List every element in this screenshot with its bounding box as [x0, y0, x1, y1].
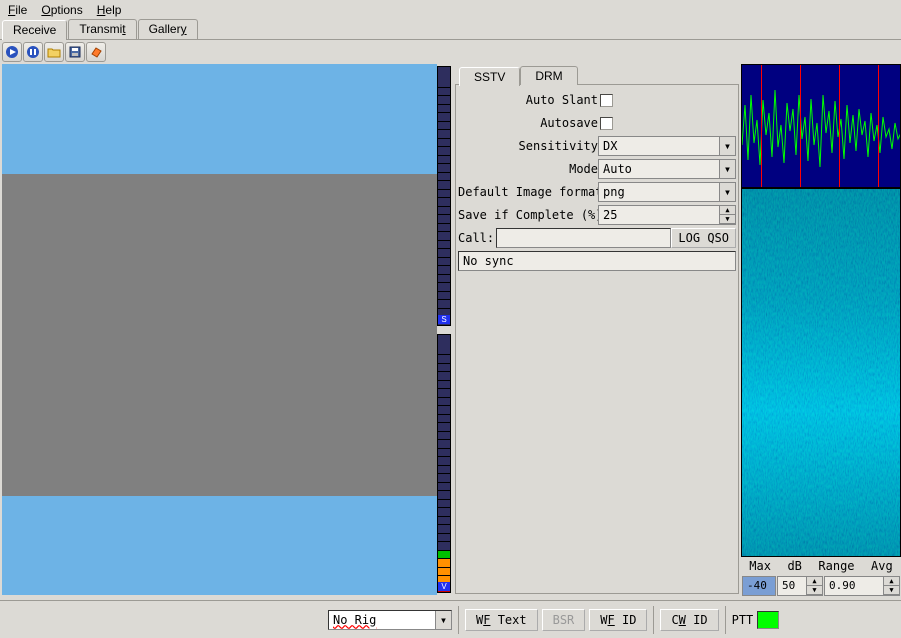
spinner-arrows-icon[interactable]: ▲▼: [883, 577, 899, 595]
tab-transmit[interactable]: Transmit: [68, 19, 136, 39]
vu-column: S V: [437, 64, 453, 595]
spectrum-marker: [800, 65, 801, 187]
wf-text-button[interactable]: WF Text: [465, 609, 538, 631]
sensitivity-label: Sensitivity: [458, 139, 598, 153]
wf-db-label: dB: [787, 559, 801, 573]
rig-select[interactable]: No Rig ▾: [328, 610, 452, 630]
image-bottom-band: [2, 496, 437, 595]
spinner-arrows-icon[interactable]: ▲▼: [719, 206, 735, 224]
ptt-indicator[interactable]: [757, 611, 779, 629]
tab-content: S V SSTV DRM: [0, 39, 901, 597]
call-input[interactable]: [496, 228, 671, 248]
default-image-format-value: png: [599, 185, 719, 199]
save-complete-label: Save if Complete (%): [458, 208, 598, 222]
separator: [458, 606, 459, 634]
autosave-checkbox[interactable]: [600, 117, 613, 130]
save-button[interactable]: [65, 42, 85, 62]
tab-gallery[interactable]: Gallery: [138, 19, 198, 39]
spectrum-marker: [839, 65, 840, 187]
menu-options[interactable]: Options: [41, 3, 82, 17]
log-qso-button[interactable]: LOG QSO: [671, 228, 736, 248]
save-complete-value: 25: [599, 206, 719, 224]
image-gray-area: [2, 174, 437, 496]
default-image-format-select[interactable]: png ▾: [598, 182, 736, 202]
chevron-down-icon: ▾: [719, 137, 735, 155]
vu-meter-signal: S: [437, 66, 451, 326]
open-button[interactable]: [44, 42, 64, 62]
mode-select[interactable]: Auto ▾: [598, 159, 736, 179]
separator: [725, 606, 726, 634]
chevron-down-icon: ▾: [719, 160, 735, 178]
menu-help[interactable]: Help: [97, 3, 122, 17]
auto-slant-checkbox[interactable]: [600, 94, 613, 107]
right-column: Max dB Range Avg -40 50 ▲▼ 0.90 ▲▼: [741, 64, 901, 595]
sensitivity-select[interactable]: DX ▾: [598, 136, 736, 156]
vu-meter-volume: V: [437, 334, 451, 594]
erase-button[interactable]: [86, 42, 106, 62]
play-button[interactable]: [2, 42, 22, 62]
tab-receive[interactable]: Receive: [2, 20, 67, 40]
vu-label-v: V: [438, 582, 450, 591]
spectrum-display[interactable]: [741, 64, 901, 188]
wf-range-label: Range: [818, 559, 854, 573]
wf-id-button[interactable]: WF ID: [589, 609, 647, 631]
wf-avg-value: 0.90: [825, 577, 883, 595]
play-icon: [5, 45, 19, 59]
image-top-band: [2, 64, 437, 174]
separator: [653, 606, 654, 634]
rig-value: No Rig: [329, 613, 435, 627]
pause-icon: [26, 45, 40, 59]
wf-avg-spinner[interactable]: 0.90 ▲▼: [824, 576, 900, 596]
save-icon: [68, 45, 82, 59]
sub-tabs: SSTV DRM: [459, 66, 739, 85]
settings-panel: SSTV DRM Auto Slant Autosave Sensitivity…: [453, 64, 741, 595]
auto-slant-label: Auto Slant: [458, 93, 598, 107]
settings-box: Auto Slant Autosave Sensitivity DX ▾ Mod…: [455, 84, 739, 594]
folder-open-icon: [47, 45, 61, 59]
waterfall-controls: -40 50 ▲▼ 0.90 ▲▼: [741, 575, 901, 595]
bsr-button[interactable]: BSR: [542, 609, 586, 631]
save-complete-spinner[interactable]: 25 ▲▼: [598, 205, 736, 225]
call-label: Call:: [458, 231, 496, 245]
mode-label: Mode: [458, 162, 598, 176]
chevron-down-icon: ▾: [719, 183, 735, 201]
waterfall-texture-icon: [742, 189, 901, 557]
wf-avg-label: Avg: [871, 559, 893, 573]
waterfall-display[interactable]: [741, 188, 901, 557]
wf-max-label: Max: [749, 559, 771, 573]
wf-max-value: -40: [743, 577, 775, 595]
wf-max-spinner[interactable]: -40: [742, 576, 776, 596]
toolbar: [0, 40, 901, 64]
sstv-image-panel: [2, 64, 437, 595]
pause-button[interactable]: [23, 42, 43, 62]
waterfall-header: Max dB Range Avg: [741, 557, 901, 575]
spinner-arrows-icon[interactable]: ▲▼: [806, 577, 822, 595]
subtab-drm[interactable]: DRM: [520, 66, 577, 85]
wf-range-spinner[interactable]: 50 ▲▼: [777, 576, 823, 596]
vu-label-s: S: [438, 315, 450, 324]
spectrum-marker: [878, 65, 879, 187]
sensitivity-value: DX: [599, 139, 719, 153]
mode-value: Auto: [599, 162, 719, 176]
bottom-bar: No Rig ▾ WF Text BSR WF ID CW ID PTT: [0, 600, 901, 638]
subtab-sstv[interactable]: SSTV: [459, 67, 520, 86]
default-image-format-label: Default Image format: [458, 185, 598, 199]
autosave-label: Autosave: [458, 116, 598, 130]
main-tabs: Receive Transmit Gallery: [0, 19, 901, 39]
chevron-down-icon: ▾: [435, 611, 451, 629]
status-field: No sync: [458, 251, 736, 271]
wf-range-value: 50: [778, 577, 806, 595]
menubar: File Options Help: [0, 0, 901, 19]
ptt-label: PTT: [732, 613, 754, 627]
menu-file[interactable]: File: [8, 3, 27, 17]
cw-id-button[interactable]: CW ID: [660, 609, 718, 631]
spectrum-marker: [761, 65, 762, 187]
erase-icon: [89, 45, 103, 59]
